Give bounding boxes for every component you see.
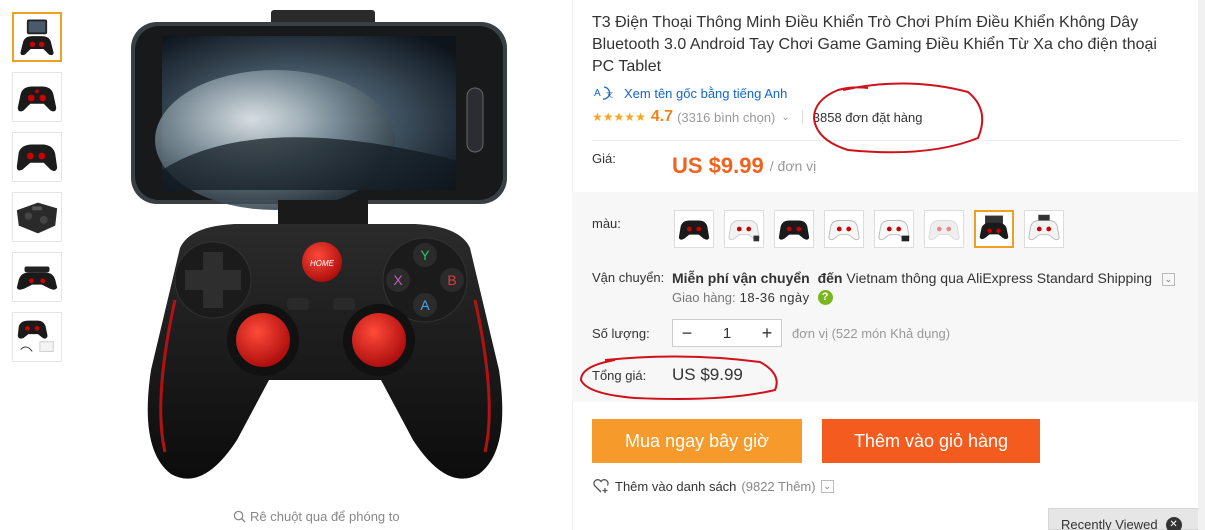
product-info: T3 Điện Thoại Thông Minh Điều Khiển Trò …: [592, 0, 1192, 191]
free-shipping-text: Miễn phí vận chuyển: [672, 270, 810, 286]
shipping-method[interactable]: Miễn phí vận chuyển đến Vietnam thông qu…: [672, 270, 1175, 286]
quantity-decrease-button[interactable]: −: [673, 320, 701, 346]
recently-viewed-label: Recently Viewed: [1061, 517, 1158, 530]
add-to-cart-button[interactable]: Thêm vào giỏ hàng: [822, 419, 1040, 463]
buy-now-button[interactable]: Mua ngay bây giờ: [592, 419, 802, 463]
total-row: Tổng giá: US $9.99: [592, 365, 1192, 385]
color-label: màu:: [592, 216, 621, 231]
rating-row: ★ ★ ★ ★ ★ 4.7 (3316 bình chọn) ⌄ 3858 đơ…: [592, 106, 1192, 128]
star-icon: ★: [592, 110, 603, 124]
color-swatch-8[interactable]: [1024, 210, 1064, 248]
rating-value: 4.7: [650, 108, 674, 125]
main-product-image[interactable]: Y X B A HOME: [95, 0, 555, 505]
color-swatch-3[interactable]: [774, 210, 814, 248]
color-row: màu:: [592, 210, 1192, 248]
chevron-down-icon[interactable]: ⌄: [781, 112, 789, 123]
star-icon: ★: [635, 110, 646, 124]
thumbnail-strip: [12, 12, 62, 372]
divider: [801, 110, 803, 124]
star-icon: ★: [602, 110, 614, 124]
price-label: Giá:: [592, 151, 616, 166]
scrollbar[interactable]: [1198, 0, 1205, 530]
svg-text:Y: Y: [420, 247, 430, 263]
action-buttons: Mua ngay bây giờ Thêm vào giỏ hàng: [592, 419, 1040, 463]
chevron-down-icon[interactable]: ⌄: [1161, 272, 1175, 286]
shipping-row: Vận chuyển: Miễn phí vận chuyển đến Viet…: [592, 270, 1192, 305]
thumbnail-5[interactable]: [12, 252, 62, 302]
thumbnail-3[interactable]: [12, 132, 62, 182]
thumbnail-1[interactable]: [12, 12, 62, 62]
original-title-link[interactable]: A 文 Xem tên gốc bằng tiếng Anh: [592, 84, 1192, 102]
price-value: US $9.99: [672, 153, 764, 178]
svg-text:HOME: HOME: [310, 259, 335, 268]
svg-text:B: B: [447, 272, 456, 288]
quantity-label: Số lượng:: [592, 325, 650, 341]
total-label: Tổng giá:: [592, 367, 647, 383]
thumbnail-6[interactable]: [12, 312, 62, 362]
quantity-input[interactable]: 1: [701, 320, 753, 346]
star-icon: ★: [613, 110, 625, 124]
close-icon[interactable]: ✕: [1165, 517, 1182, 530]
svg-text:A: A: [594, 88, 601, 99]
delivery-info: Giao hàng: 18-36 ngày ?: [672, 290, 1175, 305]
star-icon: ★: [624, 110, 636, 124]
thumbnail-4[interactable]: [12, 192, 62, 242]
quantity-availability: đơn vị (522 món Khả dụng): [792, 325, 951, 341]
translate-icon: A 文: [594, 86, 613, 100]
color-swatch-4[interactable]: [824, 210, 864, 248]
wishlist-count: (9822 Thêm): [741, 478, 816, 494]
color-swatch-1[interactable]: [674, 210, 714, 248]
original-title-text: Xem tên gốc bằng tiếng Anh: [624, 85, 788, 101]
chevron-down-icon[interactable]: ⌄: [820, 479, 834, 493]
options-panel: màu: Vận chuyển: Miễn phí vận chuyển đến…: [572, 192, 1200, 402]
delivery-label: Giao hàng:: [672, 290, 736, 305]
divider: [592, 140, 1182, 141]
quantity-stepper: − 1 +: [672, 319, 782, 347]
quantity-increase-button[interactable]: +: [753, 320, 781, 346]
color-swatch-6[interactable]: [924, 210, 964, 248]
price-unit: / đơn vị: [769, 158, 817, 174]
recently-viewed-tab[interactable]: Recently Viewed ✕: [1048, 508, 1205, 530]
color-swatches: [674, 210, 1064, 248]
zoom-hint-text: Rê chuột qua để phóng to: [250, 509, 400, 524]
delivery-days: 18-36 ngày: [739, 290, 810, 305]
magnifier-icon: [233, 510, 246, 523]
quantity-row: Số lượng: − 1 + đơn vị (522 món Khả dụng…: [592, 319, 1192, 347]
color-swatch-7-selected[interactable]: [974, 210, 1014, 248]
svg-text:X: X: [393, 272, 403, 288]
svg-text:A: A: [420, 297, 430, 313]
product-title: T3 Điện Thoại Thông Minh Điều Khiển Trò …: [592, 14, 1157, 75]
rating-count[interactable]: (3316 bình chọn): [677, 110, 775, 125]
price-row: Giá: US $9.99 / đơn vị: [592, 151, 1192, 191]
wishlist-row[interactable]: Thêm vào danh sách (9822 Thêm) ⌄: [592, 478, 834, 494]
zoom-hint: Rê chuột qua để phóng to: [233, 509, 400, 524]
total-value: US $9.99: [672, 365, 743, 384]
order-count: 3858 đơn đặt hàng: [812, 109, 923, 125]
color-swatch-2[interactable]: [724, 210, 764, 248]
wishlist-label: Thêm vào danh sách: [615, 478, 737, 494]
rating-stars: ★ ★ ★ ★ ★: [592, 111, 646, 123]
shipping-label: Vận chuyển:: [592, 270, 665, 285]
shipping-destination: Vietnam thông qua AliExpress Standard Sh…: [846, 270, 1152, 286]
thumbnail-2[interactable]: [12, 72, 62, 122]
color-swatch-5[interactable]: [874, 210, 914, 248]
question-icon[interactable]: ?: [817, 290, 833, 305]
heart-plus-icon: [593, 479, 609, 493]
svg-text:文: 文: [606, 90, 613, 99]
shipping-to: đến: [817, 270, 843, 286]
